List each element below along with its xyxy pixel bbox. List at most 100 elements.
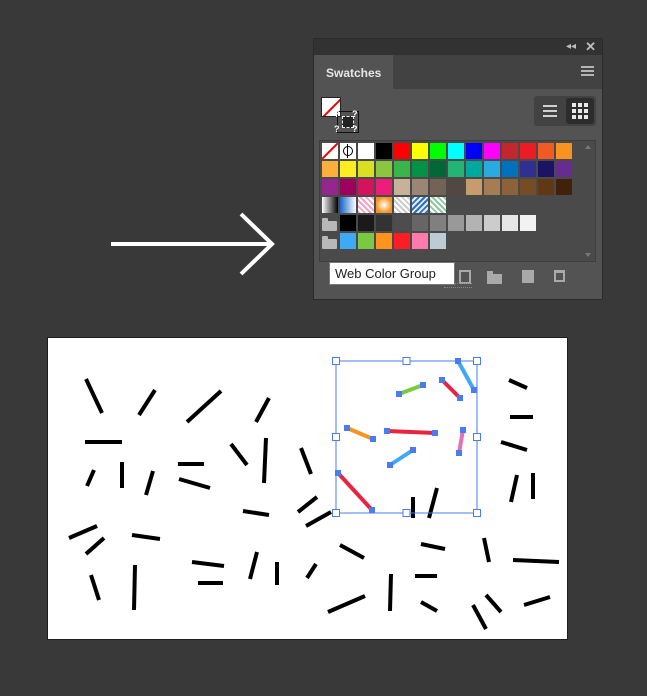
color-swatch[interactable] [358,161,374,177]
color-swatch[interactable] [556,161,572,177]
color-swatch[interactable] [520,161,536,177]
black-stroke[interactable] [84,378,104,414]
selection-handle[interactable] [332,357,340,365]
color-swatch[interactable] [538,161,554,177]
color-swatch[interactable] [394,215,410,231]
list-view-button[interactable] [536,98,564,124]
colored-stroke[interactable] [398,383,424,396]
color-swatch[interactable] [430,179,446,195]
anchor-point[interactable] [420,382,426,388]
pattern-swatch[interactable] [412,197,428,213]
color-swatch[interactable] [430,215,446,231]
selection-handle[interactable] [332,509,340,517]
anchor-point[interactable] [457,395,463,401]
color-swatch[interactable] [484,215,500,231]
color-swatch[interactable] [448,143,464,159]
black-stroke[interactable] [137,388,157,417]
color-swatch[interactable] [520,179,536,195]
colored-stroke[interactable] [346,426,374,441]
color-swatch[interactable] [484,179,500,195]
color-swatch[interactable] [520,215,536,231]
swatch-library-icon[interactable] [459,270,471,284]
black-stroke[interactable] [185,389,223,424]
anchor-point[interactable] [471,387,477,393]
gradient-swatch[interactable] [322,197,338,213]
black-stroke[interactable] [229,442,249,467]
collapse-icon[interactable]: ◂◂ [566,40,576,54]
black-stroke[interactable] [89,574,101,601]
black-stroke[interactable] [85,469,96,487]
registration-swatch[interactable] [340,143,356,159]
black-stroke[interactable] [178,477,211,490]
none-swatch[interactable] [322,143,338,159]
grid-view-button[interactable] [566,98,594,124]
black-stroke[interactable] [484,593,503,614]
color-swatch[interactable] [376,161,392,177]
colored-stroke[interactable] [386,429,436,435]
selection-handle[interactable] [402,357,411,365]
selection-handle[interactable] [473,433,481,441]
color-swatch[interactable] [394,179,410,195]
color-swatch[interactable] [430,143,446,159]
color-swatch[interactable] [394,233,410,249]
black-stroke[interactable] [305,510,332,528]
tab-swatches[interactable]: Swatches [314,55,393,89]
color-swatch[interactable] [412,161,428,177]
selection-handle[interactable] [473,357,481,365]
black-stroke[interactable] [305,562,318,580]
color-swatch[interactable] [340,161,356,177]
black-stroke[interactable] [68,524,98,540]
colored-stroke[interactable] [456,360,476,391]
color-swatch[interactable] [484,161,500,177]
anchor-point[interactable] [432,430,438,436]
colored-stroke[interactable] [457,429,465,454]
color-swatch[interactable] [412,233,428,249]
panel-title-bar[interactable]: ◂◂ ✕ [314,39,602,55]
color-swatch[interactable] [430,161,446,177]
pattern-swatch[interactable] [394,197,410,213]
scroll-down-icon[interactable] [585,253,591,257]
black-stroke[interactable] [248,551,259,580]
color-swatch[interactable] [358,179,374,195]
color-swatch[interactable] [448,179,464,195]
color-swatch[interactable] [322,179,338,195]
colored-stroke[interactable] [336,471,374,512]
black-stroke[interactable] [508,378,528,390]
black-stroke[interactable] [509,474,519,503]
color-group-folder-icon[interactable] [322,236,337,249]
color-swatch[interactable] [466,143,482,159]
selection-handle[interactable] [402,509,411,517]
black-stroke[interactable] [131,533,161,541]
black-stroke[interactable] [512,558,560,564]
color-swatch[interactable] [376,233,392,249]
black-stroke[interactable] [132,564,137,611]
scroll-up-icon[interactable] [585,145,591,149]
color-swatch[interactable] [376,143,392,159]
color-swatch[interactable] [520,143,536,159]
black-stroke[interactable] [500,440,528,452]
selection-bounding-box[interactable] [335,360,478,514]
gradient-swatch[interactable] [340,197,356,213]
black-stroke[interactable] [327,594,366,614]
color-swatch[interactable] [376,179,392,195]
anchor-point[interactable] [387,462,393,468]
close-icon[interactable]: ✕ [585,39,596,55]
color-swatch[interactable] [484,143,500,159]
color-swatch[interactable] [466,215,482,231]
color-swatch[interactable] [556,143,572,159]
black-stroke[interactable] [523,595,551,607]
color-group-folder-icon[interactable] [322,218,337,231]
color-swatch[interactable] [394,161,410,177]
anchor-point[interactable] [439,377,445,383]
anchor-point[interactable] [369,507,375,513]
black-stroke[interactable] [420,542,446,551]
color-swatch[interactable] [358,215,374,231]
black-stroke[interactable] [339,543,365,560]
new-swatch-icon[interactable] [522,270,534,283]
color-swatch[interactable] [322,161,338,177]
color-swatch[interactable] [340,233,356,249]
selection-handle[interactable] [473,509,481,517]
color-swatch[interactable] [502,143,518,159]
color-swatch[interactable] [502,179,518,195]
anchor-point[interactable] [410,447,416,453]
